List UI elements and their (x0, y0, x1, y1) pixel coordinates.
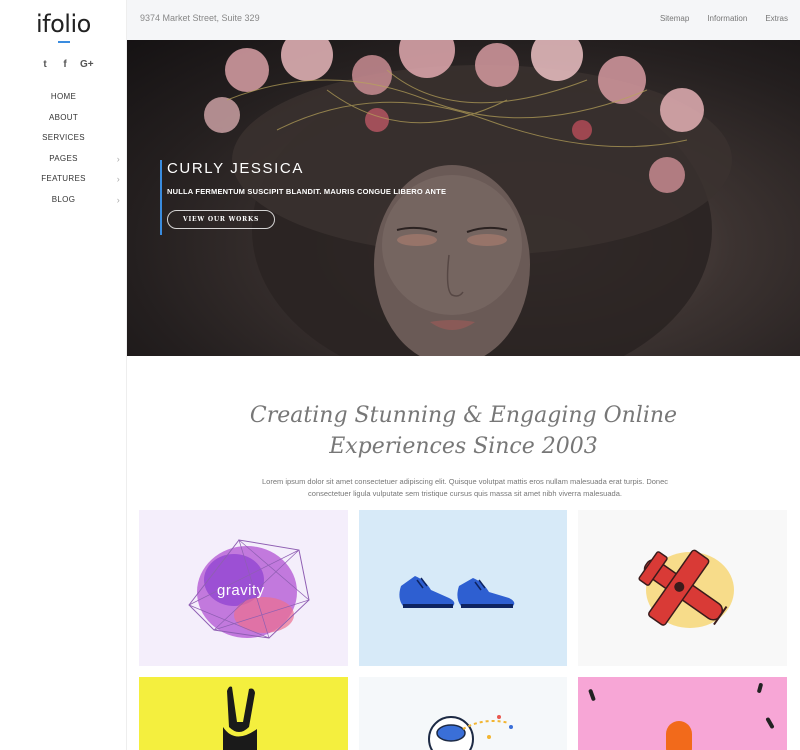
portfolio-item-sneakers[interactable] (359, 510, 567, 666)
sitemap-link[interactable]: Sitemap (660, 14, 689, 23)
sneakers-artwork (399, 576, 515, 608)
intro-text-line-2: consectetuer ligula vulputate sem tristi… (308, 489, 622, 498)
intro-heading-line-1: Creating Stunning & Engaging Online (249, 403, 678, 428)
extras-link[interactable]: Extras (765, 14, 788, 23)
nav-item-blog[interactable]: BLOG › (0, 193, 127, 214)
logo-underline (58, 41, 70, 43)
intro-heading-line-2: Experiences Since 2003 (329, 434, 598, 459)
robot-artwork (428, 715, 513, 750)
chevron-right-icon: › (116, 174, 120, 184)
nav-item-label: BLOG (51, 194, 76, 204)
portfolio-item-popsicle[interactable] (578, 677, 787, 750)
hero-caption: CURLY JESSICA NULLA FERMENTUM SUSCIPIT B… (160, 160, 446, 235)
address-text: 9374 Market Street, Suite 329 (140, 13, 260, 23)
portfolio-item-airplane[interactable] (578, 510, 787, 666)
logo[interactable]: ifolio (36, 10, 91, 38)
hero-title: CURLY JESSICA (167, 160, 304, 177)
portfolio-item-gravity[interactable]: gravity (139, 510, 348, 666)
chevron-right-icon: › (116, 194, 120, 205)
google-plus-icon[interactable]: G+ (80, 59, 94, 70)
information-link[interactable]: Information (707, 14, 747, 23)
main-nav: HOME ABOUT SERVICES PAGES › FEATURES › BLO… (0, 90, 127, 213)
top-bar: 9374 Market Street, Suite 329 Sitemap In… (127, 0, 800, 40)
sidebar: ifolio t f G+ HOME ABOUT SERVICES PAGES ›… (0, 0, 127, 750)
twitter-icon[interactable]: t (40, 59, 50, 70)
nav-item-home[interactable]: HOME (0, 90, 127, 111)
intro-heading: Creating Stunning & Engaging Online Expe… (127, 400, 800, 462)
intro-text-line-1: Lorem ipsum dolor sit amet consectetuer … (261, 477, 669, 486)
nav-item-label: PAGES (49, 153, 78, 163)
nav-item-pages[interactable]: PAGES › (0, 152, 127, 173)
nav-item-label: FEATURES (41, 174, 86, 183)
nav-item-features[interactable]: FEATURES › (0, 172, 127, 193)
hero-slider: CURLY JESSICA NULLA FERMENTUM SUSCIPIT B… (127, 40, 800, 356)
nav-item-label: SERVICES (42, 133, 85, 142)
chevron-right-icon: › (116, 153, 120, 164)
nav-item-services[interactable]: SERVICES (0, 131, 127, 152)
nav-item-about[interactable]: ABOUT (0, 111, 127, 132)
peace-hand-artwork (223, 686, 257, 750)
hero-subtitle: NULLA FERMENTUM SUSCIPIT BLANDIT. MAURIS… (167, 187, 447, 196)
portfolio-item-robot[interactable] (359, 677, 567, 750)
social-links: t f G+ (40, 59, 94, 70)
portfolio-item-peace[interactable] (139, 677, 348, 750)
top-links: Sitemap Information Extras (660, 14, 788, 23)
popsicle-artwork (588, 683, 774, 750)
facebook-icon[interactable]: f (60, 59, 70, 70)
nav-item-label: HOME (50, 92, 77, 101)
airplane-artwork (638, 549, 734, 628)
view-works-button[interactable]: VIEW OUR WORKS (167, 210, 276, 229)
intro-text: Lorem ipsum dolor sit amet consectetuer … (230, 476, 700, 500)
gravity-word: gravity (217, 582, 265, 599)
nav-item-label: ABOUT (48, 112, 79, 122)
